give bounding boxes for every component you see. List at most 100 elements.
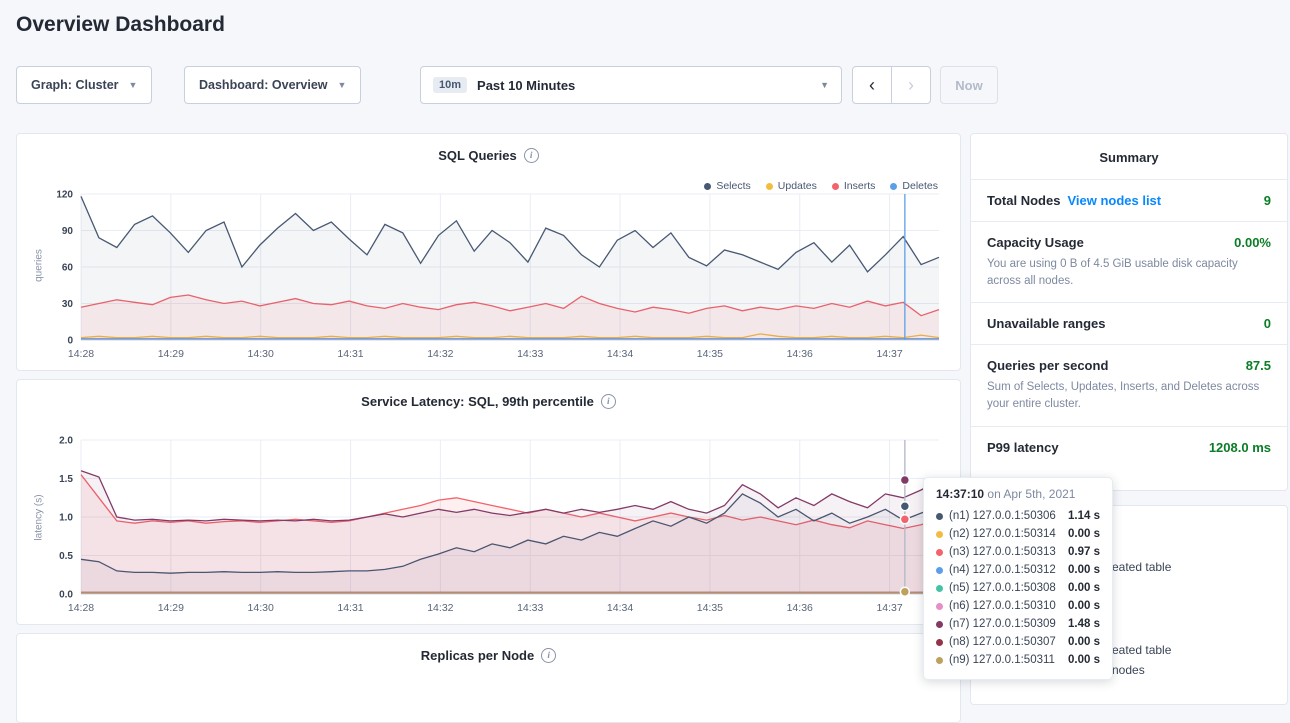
svg-text:120: 120	[56, 190, 73, 201]
tooltip-row: (n9) 127.0.0.1:503110.00 s	[936, 651, 1100, 669]
replicas-per-node-title: Replicas per Node	[421, 648, 534, 663]
replicas-per-node-card: Replicas per Node i	[16, 633, 961, 723]
summary-row-queries-per-second: Queries per second 87.5 Sum of Selects, …	[971, 344, 1287, 425]
tooltip-row: (n6) 127.0.0.1:503100.00 s	[936, 597, 1100, 615]
svg-text:1.5: 1.5	[59, 474, 73, 485]
svg-text:2.0: 2.0	[59, 436, 73, 447]
series-dot-icon	[936, 549, 943, 556]
chevron-down-icon: ▼	[338, 80, 347, 90]
unavailable-ranges-value: 0	[1264, 316, 1271, 331]
svg-text:14:32: 14:32	[427, 602, 453, 614]
time-range-pager: ‹ ›	[852, 66, 931, 104]
tooltip-rows: (n1) 127.0.0.1:503061.14 s(n2) 127.0.0.1…	[936, 507, 1100, 669]
p99-latency-value: 1208.0 ms	[1209, 440, 1271, 455]
svg-text:14:35: 14:35	[697, 348, 723, 360]
chevron-down-icon: ▼	[129, 80, 138, 90]
sql-queries-title: SQL Queries	[438, 148, 517, 163]
svg-text:90: 90	[62, 226, 74, 237]
summary-row-unavailable-ranges: Unavailable ranges 0	[971, 302, 1287, 344]
next-range-button[interactable]: ›	[891, 66, 931, 104]
tooltip-row: (n3) 127.0.0.1:503130.97 s	[936, 543, 1100, 561]
svg-text:14:36: 14:36	[787, 348, 813, 360]
svg-text:14:30: 14:30	[248, 602, 274, 614]
summary-row-total-nodes: Total NodesView nodes list 9	[971, 179, 1287, 221]
svg-text:14:33: 14:33	[517, 602, 543, 614]
svg-text:14:29: 14:29	[158, 602, 184, 614]
page-title: Overview Dashboard	[16, 13, 225, 37]
summary-title: Summary	[971, 134, 1287, 179]
capacity-usage-description: You are using 0 B of 4.5 GiB usable disk…	[987, 256, 1271, 289]
queries-per-second-label: Queries per second	[987, 358, 1108, 373]
svg-text:0.0: 0.0	[59, 590, 73, 601]
svg-text:14:31: 14:31	[337, 348, 363, 360]
svg-text:14:34: 14:34	[607, 348, 633, 360]
summary-row-p99-latency: P99 latency 1208.0 ms	[971, 426, 1287, 468]
svg-text:14:28: 14:28	[68, 602, 94, 614]
series-dot-icon	[936, 585, 943, 592]
series-dot-icon	[936, 567, 943, 574]
tooltip-row: (n5) 127.0.0.1:503080.00 s	[936, 579, 1100, 597]
info-icon[interactable]: i	[601, 394, 616, 409]
now-button[interactable]: Now	[940, 66, 998, 104]
svg-text:14:34: 14:34	[607, 602, 633, 614]
tooltip-row: (n2) 127.0.0.1:503140.00 s	[936, 525, 1100, 543]
svg-text:14:31: 14:31	[337, 602, 363, 614]
chart-tooltip: 14:37:10 on Apr 5th, 2021 (n1) 127.0.0.1…	[923, 477, 1113, 680]
svg-text:60: 60	[62, 263, 74, 274]
view-nodes-list-link[interactable]: View nodes list	[1067, 193, 1161, 208]
tooltip-row: (n1) 127.0.0.1:503061.14 s	[936, 507, 1100, 525]
sql-queries-card: SQL Queries i SelectsUpdatesInsertsDelet…	[16, 133, 961, 371]
event-text-fragment: eated table	[1112, 560, 1171, 574]
prev-range-button[interactable]: ‹	[852, 66, 892, 104]
tooltip-row: (n7) 127.0.0.1:503091.48 s	[936, 615, 1100, 633]
capacity-usage-value: 0.00%	[1234, 235, 1271, 250]
svg-text:1.0: 1.0	[59, 513, 73, 524]
dashboard-selector-dropdown[interactable]: Dashboard: Overview ▼	[184, 66, 361, 104]
svg-text:14:28: 14:28	[68, 348, 94, 360]
unavailable-ranges-label: Unavailable ranges	[987, 316, 1106, 331]
time-range-picker[interactable]: 10m Past 10 Minutes ▼	[420, 66, 842, 104]
svg-text:14:33: 14:33	[517, 348, 543, 360]
series-dot-icon	[936, 513, 943, 520]
tooltip-timestamp: 14:37:10 on Apr 5th, 2021	[936, 487, 1100, 501]
series-dot-icon	[936, 657, 943, 664]
tooltip-row: (n8) 127.0.0.1:503070.00 s	[936, 633, 1100, 651]
series-dot-icon	[936, 531, 943, 538]
capacity-usage-label: Capacity Usage	[987, 235, 1084, 250]
svg-text:0: 0	[67, 336, 73, 347]
service-latency-chart[interactable]: 14:28 14:29 14:30 14:31 14:32 14:33 14:34 14:35…	[25, 432, 953, 618]
info-icon[interactable]: i	[541, 648, 556, 663]
p99-latency-label: P99 latency	[987, 440, 1059, 455]
service-latency-card: Service Latency: SQL, 99th percentile i …	[16, 379, 961, 625]
service-latency-title: Service Latency: SQL, 99th percentile	[361, 394, 594, 409]
queries-per-second-description: Sum of Selects, Updates, Inserts, and De…	[987, 379, 1271, 412]
summary-row-capacity-usage: Capacity Usage 0.00% You are using 0 B o…	[971, 221, 1287, 302]
svg-text:14:35: 14:35	[697, 602, 723, 614]
event-text-fragment: nodes	[1112, 663, 1145, 677]
svg-text:14:32: 14:32	[427, 348, 453, 360]
dashboard-selector-label: Dashboard: Overview	[199, 78, 328, 92]
sql-queries-chart[interactable]: 14:28 14:29 14:30 14:31 14:32 14:33 14:34 14:35…	[25, 186, 953, 364]
series-dot-icon	[936, 639, 943, 646]
svg-text:14:37: 14:37	[876, 602, 902, 614]
total-nodes-label: Total Nodes	[987, 193, 1060, 208]
toolbar: Graph: Cluster ▼ Dashboard: Overview ▼ 1…	[0, 66, 1290, 106]
svg-text:14:29: 14:29	[158, 348, 184, 360]
event-text-fragment: eated table	[1112, 643, 1171, 657]
tooltip-date: on Apr 5th, 2021	[987, 487, 1075, 501]
svg-text:14:37: 14:37	[876, 348, 902, 360]
svg-text:0.5: 0.5	[59, 551, 73, 562]
time-range-label: Past 10 Minutes	[477, 78, 575, 93]
graph-selector-label: Graph: Cluster	[31, 78, 119, 92]
svg-text:30: 30	[62, 299, 74, 310]
time-range-badge: 10m	[433, 77, 467, 93]
chevron-down-icon: ▼	[820, 80, 829, 90]
svg-text:14:30: 14:30	[248, 348, 274, 360]
graph-selector-dropdown[interactable]: Graph: Cluster ▼	[16, 66, 152, 104]
tooltip-time: 14:37:10	[936, 487, 984, 501]
info-icon[interactable]: i	[524, 148, 539, 163]
queries-per-second-value: 87.5	[1246, 358, 1271, 373]
series-dot-icon	[936, 621, 943, 628]
svg-text:14:36: 14:36	[787, 602, 813, 614]
series-dot-icon	[936, 603, 943, 610]
